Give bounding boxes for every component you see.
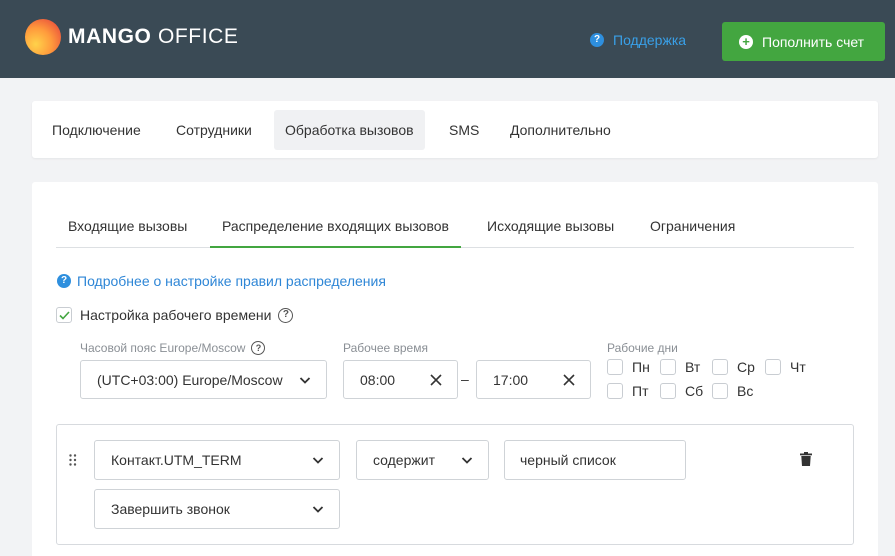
logo-text-light: OFFICE bbox=[157, 25, 239, 48]
timezone-label: Часовой пояс Europe/Moscow ? bbox=[80, 341, 266, 355]
day-label: Сб bbox=[685, 383, 704, 399]
nav-item-additional[interactable]: Дополнительно bbox=[499, 110, 622, 150]
work-time-label: Настройка рабочего времени bbox=[80, 307, 272, 323]
time-separator: – bbox=[461, 371, 469, 387]
rule-operator-select[interactable]: содержит bbox=[356, 440, 489, 480]
day-sat[interactable]: Сб bbox=[660, 383, 703, 399]
day-label: Вс bbox=[737, 383, 754, 399]
distribution-rule: Контакт.UTM_TERM содержит черный список … bbox=[56, 424, 854, 545]
logo[interactable]: MANGO OFFICE bbox=[25, 19, 239, 55]
tab-outgoing-calls[interactable]: Исходящие вызовы bbox=[475, 206, 626, 248]
distribution-help-label: Подробнее о настройке правил распределен… bbox=[77, 273, 386, 289]
distribution-help-link[interactable]: ? Подробнее о настройке правил распредел… bbox=[57, 273, 386, 289]
nav-item-call-processing[interactable]: Обработка вызовов bbox=[274, 110, 425, 150]
distribution-card: Входящие вызовы Распределение входящих в… bbox=[32, 182, 878, 556]
timezone-label-text: Часовой пояс Europe/Moscow bbox=[80, 341, 246, 355]
checkmark-icon bbox=[58, 310, 70, 320]
logo-text: MANGO OFFICE bbox=[68, 25, 239, 49]
time-from-input[interactable]: 08:00 bbox=[343, 360, 458, 399]
rule-action-select[interactable]: Завершить звонок bbox=[94, 489, 340, 529]
work-time-toggle[interactable]: Настройка рабочего времени ? bbox=[56, 307, 294, 323]
trash-icon[interactable] bbox=[800, 452, 812, 466]
day-checkbox[interactable] bbox=[660, 359, 676, 375]
question-circle-icon[interactable]: ? bbox=[251, 341, 266, 355]
rule-field-value: Контакт.UTM_TERM bbox=[111, 452, 242, 468]
logo-text-bold: MANGO bbox=[68, 25, 152, 48]
tab-incoming-calls[interactable]: Входящие вызовы bbox=[56, 206, 199, 248]
days-label-text: Рабочие дни bbox=[607, 341, 678, 355]
clear-icon[interactable] bbox=[562, 373, 576, 387]
nav-item-employees[interactable]: Сотрудники bbox=[165, 110, 263, 150]
time-to-input[interactable]: 17:00 bbox=[476, 360, 591, 399]
nav-item-sms[interactable]: SMS bbox=[438, 110, 490, 150]
drag-handle-icon[interactable] bbox=[69, 454, 77, 466]
day-thu[interactable]: Чт bbox=[765, 359, 806, 375]
time-from-value: 08:00 bbox=[360, 371, 396, 388]
logo-mark-icon bbox=[25, 19, 61, 55]
time-to-value: 17:00 bbox=[493, 371, 529, 388]
work-time-checkbox[interactable] bbox=[56, 307, 72, 323]
help-icon: ? bbox=[590, 33, 604, 47]
day-checkbox[interactable] bbox=[660, 383, 676, 399]
day-label: Пт bbox=[632, 383, 649, 399]
question-circle-icon[interactable]: ? bbox=[278, 307, 294, 323]
day-checkbox[interactable] bbox=[607, 383, 623, 399]
hours-label: Рабочее время bbox=[343, 341, 428, 355]
day-fri[interactable]: Пт bbox=[607, 383, 648, 399]
tab-incoming-distribution[interactable]: Распределение входящих вызовов bbox=[210, 206, 461, 248]
timezone-select[interactable]: (UTC+03:00) Europe/Moscow bbox=[80, 360, 327, 399]
nav-item-connection[interactable]: Подключение bbox=[41, 110, 152, 150]
topup-label: Пополнить счет bbox=[762, 33, 865, 50]
day-checkbox[interactable] bbox=[712, 383, 728, 399]
day-checkbox[interactable] bbox=[712, 359, 728, 375]
chevron-down-icon bbox=[312, 457, 324, 464]
support-label: Поддержка bbox=[613, 32, 687, 48]
chevron-down-icon bbox=[299, 376, 311, 384]
help-icon: ? bbox=[57, 274, 71, 288]
day-tue[interactable]: Вт bbox=[660, 359, 700, 375]
tab-restrictions[interactable]: Ограничения bbox=[638, 206, 747, 248]
tabs: Входящие вызовы Распределение входящих в… bbox=[56, 206, 854, 248]
rule-action-value: Завершить звонок bbox=[111, 501, 230, 517]
day-mon[interactable]: Пн bbox=[607, 359, 650, 375]
header: MANGO OFFICE ? Поддержка + Пополнить сче… bbox=[0, 0, 895, 78]
day-checkbox[interactable] bbox=[765, 359, 781, 375]
day-wed[interactable]: Ср bbox=[712, 359, 755, 375]
support-link[interactable]: ? Поддержка bbox=[590, 32, 686, 48]
day-label: Чт bbox=[790, 359, 806, 375]
chevron-down-icon bbox=[312, 506, 324, 513]
rule-value-text: черный список bbox=[520, 452, 616, 468]
rule-operator-value: содержит bbox=[373, 452, 435, 468]
day-sun[interactable]: Вс bbox=[712, 383, 753, 399]
plus-circle-icon: + bbox=[739, 34, 753, 49]
topup-button[interactable]: + Пополнить счет bbox=[722, 22, 885, 61]
rule-field-select[interactable]: Контакт.UTM_TERM bbox=[94, 440, 340, 480]
day-label: Вт bbox=[685, 359, 701, 375]
day-label: Пн bbox=[632, 359, 650, 375]
days-label: Рабочие дни bbox=[607, 341, 678, 355]
rule-value-input[interactable]: черный список bbox=[504, 440, 686, 480]
hours-label-text: Рабочее время bbox=[343, 341, 428, 355]
day-checkbox[interactable] bbox=[607, 359, 623, 375]
clear-icon[interactable] bbox=[429, 373, 443, 387]
main-nav: Подключение Сотрудники Обработка вызовов… bbox=[32, 101, 878, 158]
day-label: Ср bbox=[737, 359, 755, 375]
chevron-down-icon bbox=[461, 457, 473, 464]
timezone-value: (UTC+03:00) Europe/Moscow bbox=[97, 371, 283, 388]
